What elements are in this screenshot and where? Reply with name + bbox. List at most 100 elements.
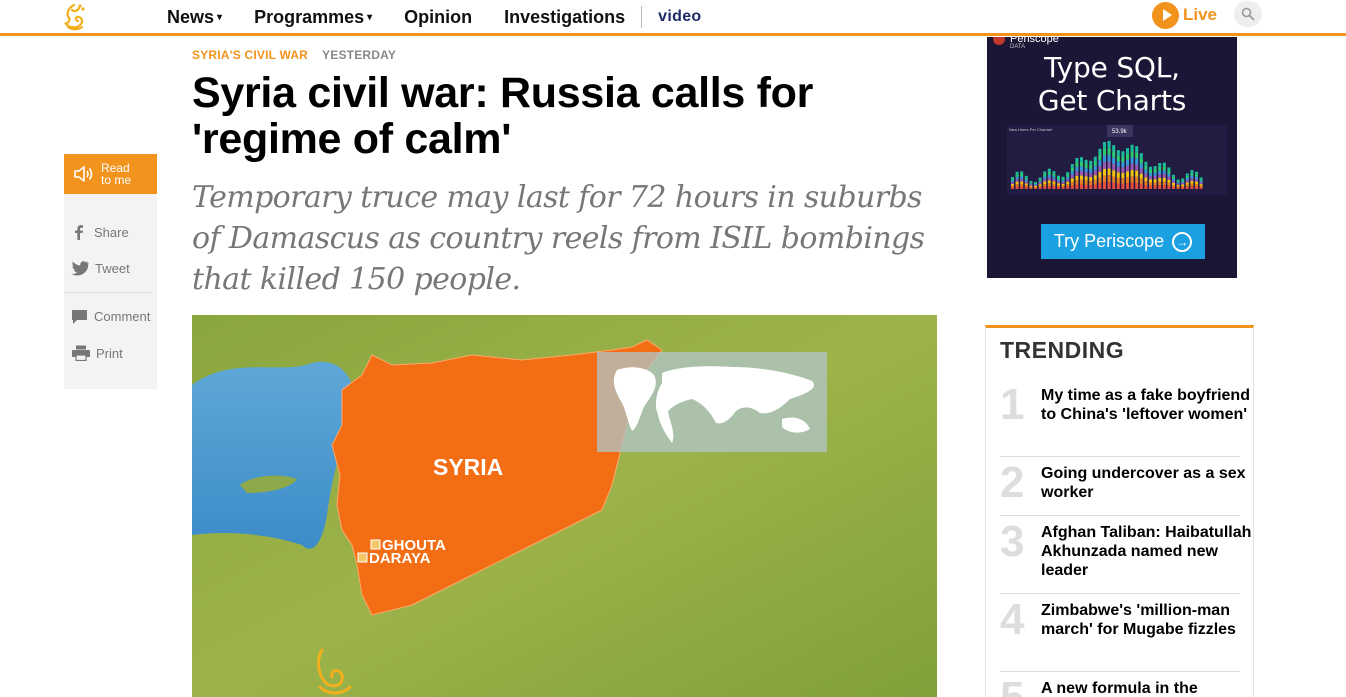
read-label-line2: to me	[101, 173, 132, 187]
ad-chart-bar	[1112, 182, 1116, 189]
ad-chart-bar	[1107, 168, 1111, 176]
nav-item-news[interactable]: News ▾	[167, 7, 222, 28]
ad-chart-bar	[1149, 169, 1152, 174]
ad-chart-bar	[1121, 178, 1125, 184]
hero-map-image[interactable]: SYRIA GHOUTA DARAYA	[192, 315, 937, 697]
ad-chart-bar	[1181, 184, 1185, 186]
ad-chart-bar	[1070, 178, 1074, 182]
ad-chart-bar	[1158, 174, 1162, 178]
share-twitter-button[interactable]: Tweet	[71, 261, 130, 276]
facebook-icon	[75, 225, 83, 240]
ad-chart-bar	[1126, 165, 1129, 172]
ad-chart-bar	[1011, 180, 1014, 183]
ad-chart-bar	[1107, 161, 1111, 169]
ad-chart-bar	[1199, 184, 1203, 186]
ad-chart-bar	[1075, 158, 1079, 163]
ad-chart-bar	[1070, 185, 1074, 189]
trending-link[interactable]: Afghan Taliban: Haibatullah Akhunzada na…	[1041, 523, 1257, 580]
ad-chart-bar	[1075, 175, 1079, 181]
ad-chart-bar	[1199, 187, 1203, 189]
trending-link[interactable]: My time as a fake boyfriend to China's '…	[1041, 386, 1257, 424]
ad-chart-bar	[1103, 148, 1106, 156]
ad-chart-bar	[1047, 168, 1051, 172]
ad-chart-bar	[1024, 185, 1028, 188]
ad-chart-bar	[1038, 185, 1042, 188]
trending-link[interactable]: Going undercover as a sex worker	[1041, 464, 1257, 502]
trending-divider	[1000, 593, 1240, 594]
ad-chart-bar	[1190, 183, 1194, 187]
ad-chart-bar	[1034, 188, 1037, 189]
ad-chart-bar	[1057, 183, 1060, 186]
twitter-icon	[71, 261, 89, 276]
ad-chart-bar	[1093, 165, 1097, 171]
trending-divider	[1000, 671, 1240, 672]
ad-chart-bar	[1126, 177, 1129, 184]
ad-chart-bar	[1190, 178, 1194, 181]
ad-chart-bar	[1015, 186, 1019, 189]
ad-chart-bar	[1024, 181, 1028, 184]
ad-chart-bar	[1195, 181, 1198, 185]
ad-chart-bar	[1172, 184, 1175, 187]
ad-chart-bar	[1162, 173, 1166, 178]
nav-item-investigations[interactable]: Investigations	[504, 7, 625, 28]
live-button[interactable]: Live	[1152, 1, 1217, 29]
print-button[interactable]: Print	[71, 345, 123, 361]
nav-item-opinion[interactable]: Opinion	[404, 7, 472, 28]
ad-chart-bar	[1038, 179, 1042, 181]
ad-chart-bar	[1047, 171, 1051, 175]
ad-chart-bar	[1020, 178, 1024, 182]
ad-chart-bar	[1185, 186, 1189, 189]
ad-chart-bar	[1107, 154, 1111, 162]
ad-chart-bar	[1093, 161, 1097, 166]
ad-chart-bar	[1061, 185, 1065, 188]
periscope-ad[interactable]: Periscope DATA Type SQL, Get Charts New …	[987, 37, 1237, 278]
aljazeera-logo-icon[interactable]	[60, 2, 88, 32]
trending-rank: 3	[1000, 517, 1025, 566]
comment-button[interactable]: Comment	[71, 308, 150, 325]
ad-chart-bar	[1139, 158, 1143, 164]
nav-item-video[interactable]: video	[658, 8, 701, 26]
trending-link[interactable]: A new formula in the	[1041, 679, 1257, 697]
ad-chart-bar	[1116, 172, 1120, 178]
ad-chart-bar	[1043, 171, 1047, 174]
try-periscope-button[interactable]: Try Periscope →	[1041, 224, 1205, 259]
ad-chart-bar	[1181, 179, 1185, 182]
ad-chart-bar	[1011, 187, 1014, 189]
ad-chart-bar	[1116, 183, 1120, 189]
trending-divider	[1000, 456, 1240, 457]
ad-chart-bar	[1130, 144, 1134, 152]
ad-chart-bar	[1112, 157, 1116, 164]
ad-chart-bar	[1199, 185, 1203, 188]
ad-chart-bar	[1043, 183, 1047, 187]
ad-chart-bar	[1070, 171, 1074, 175]
ad-chart-bar	[1093, 156, 1097, 162]
ad-chart-bar	[1075, 184, 1079, 189]
ad-chart-bar	[1167, 167, 1171, 171]
ad-chart-bar	[1103, 162, 1106, 169]
trending-link[interactable]: Zimbabwe's 'million-man march' for Mugab…	[1041, 601, 1257, 639]
nav-item-programmes[interactable]: Programmes ▾	[254, 7, 372, 28]
ad-chart-bar	[1149, 179, 1152, 183]
ad-chart-bar	[1153, 172, 1157, 176]
ad-chart-bar	[1158, 185, 1162, 189]
ad-chart-bar	[1190, 186, 1194, 189]
share-facebook-button[interactable]: Share	[71, 224, 129, 240]
topic-link[interactable]: SYRIA'S CIVIL WAR	[192, 48, 308, 62]
ad-chart-bar	[1112, 163, 1116, 171]
trending-title: TRENDING	[1000, 337, 1125, 363]
ad-chart-bar	[1112, 170, 1116, 177]
speaker-icon	[74, 166, 93, 182]
tweet-label: Tweet	[95, 261, 130, 276]
ad-chart-bar	[1047, 180, 1051, 184]
read-to-me-button[interactable]: Read to me	[64, 154, 157, 194]
ad-chart-bar	[1195, 174, 1198, 177]
ad-chart-bar	[1158, 170, 1162, 175]
ad-chart-bar	[1038, 180, 1042, 183]
ad-chart-bar	[1098, 171, 1102, 178]
ad-chart-bar	[1089, 168, 1093, 173]
ad-chart-bar	[1052, 183, 1056, 187]
search-button[interactable]	[1234, 1, 1262, 27]
ad-chart-bar	[1185, 184, 1189, 187]
trending-panel: TRENDING 1 My time as a fake boyfriend t…	[985, 325, 1254, 697]
ad-chart-bar	[1052, 178, 1056, 182]
